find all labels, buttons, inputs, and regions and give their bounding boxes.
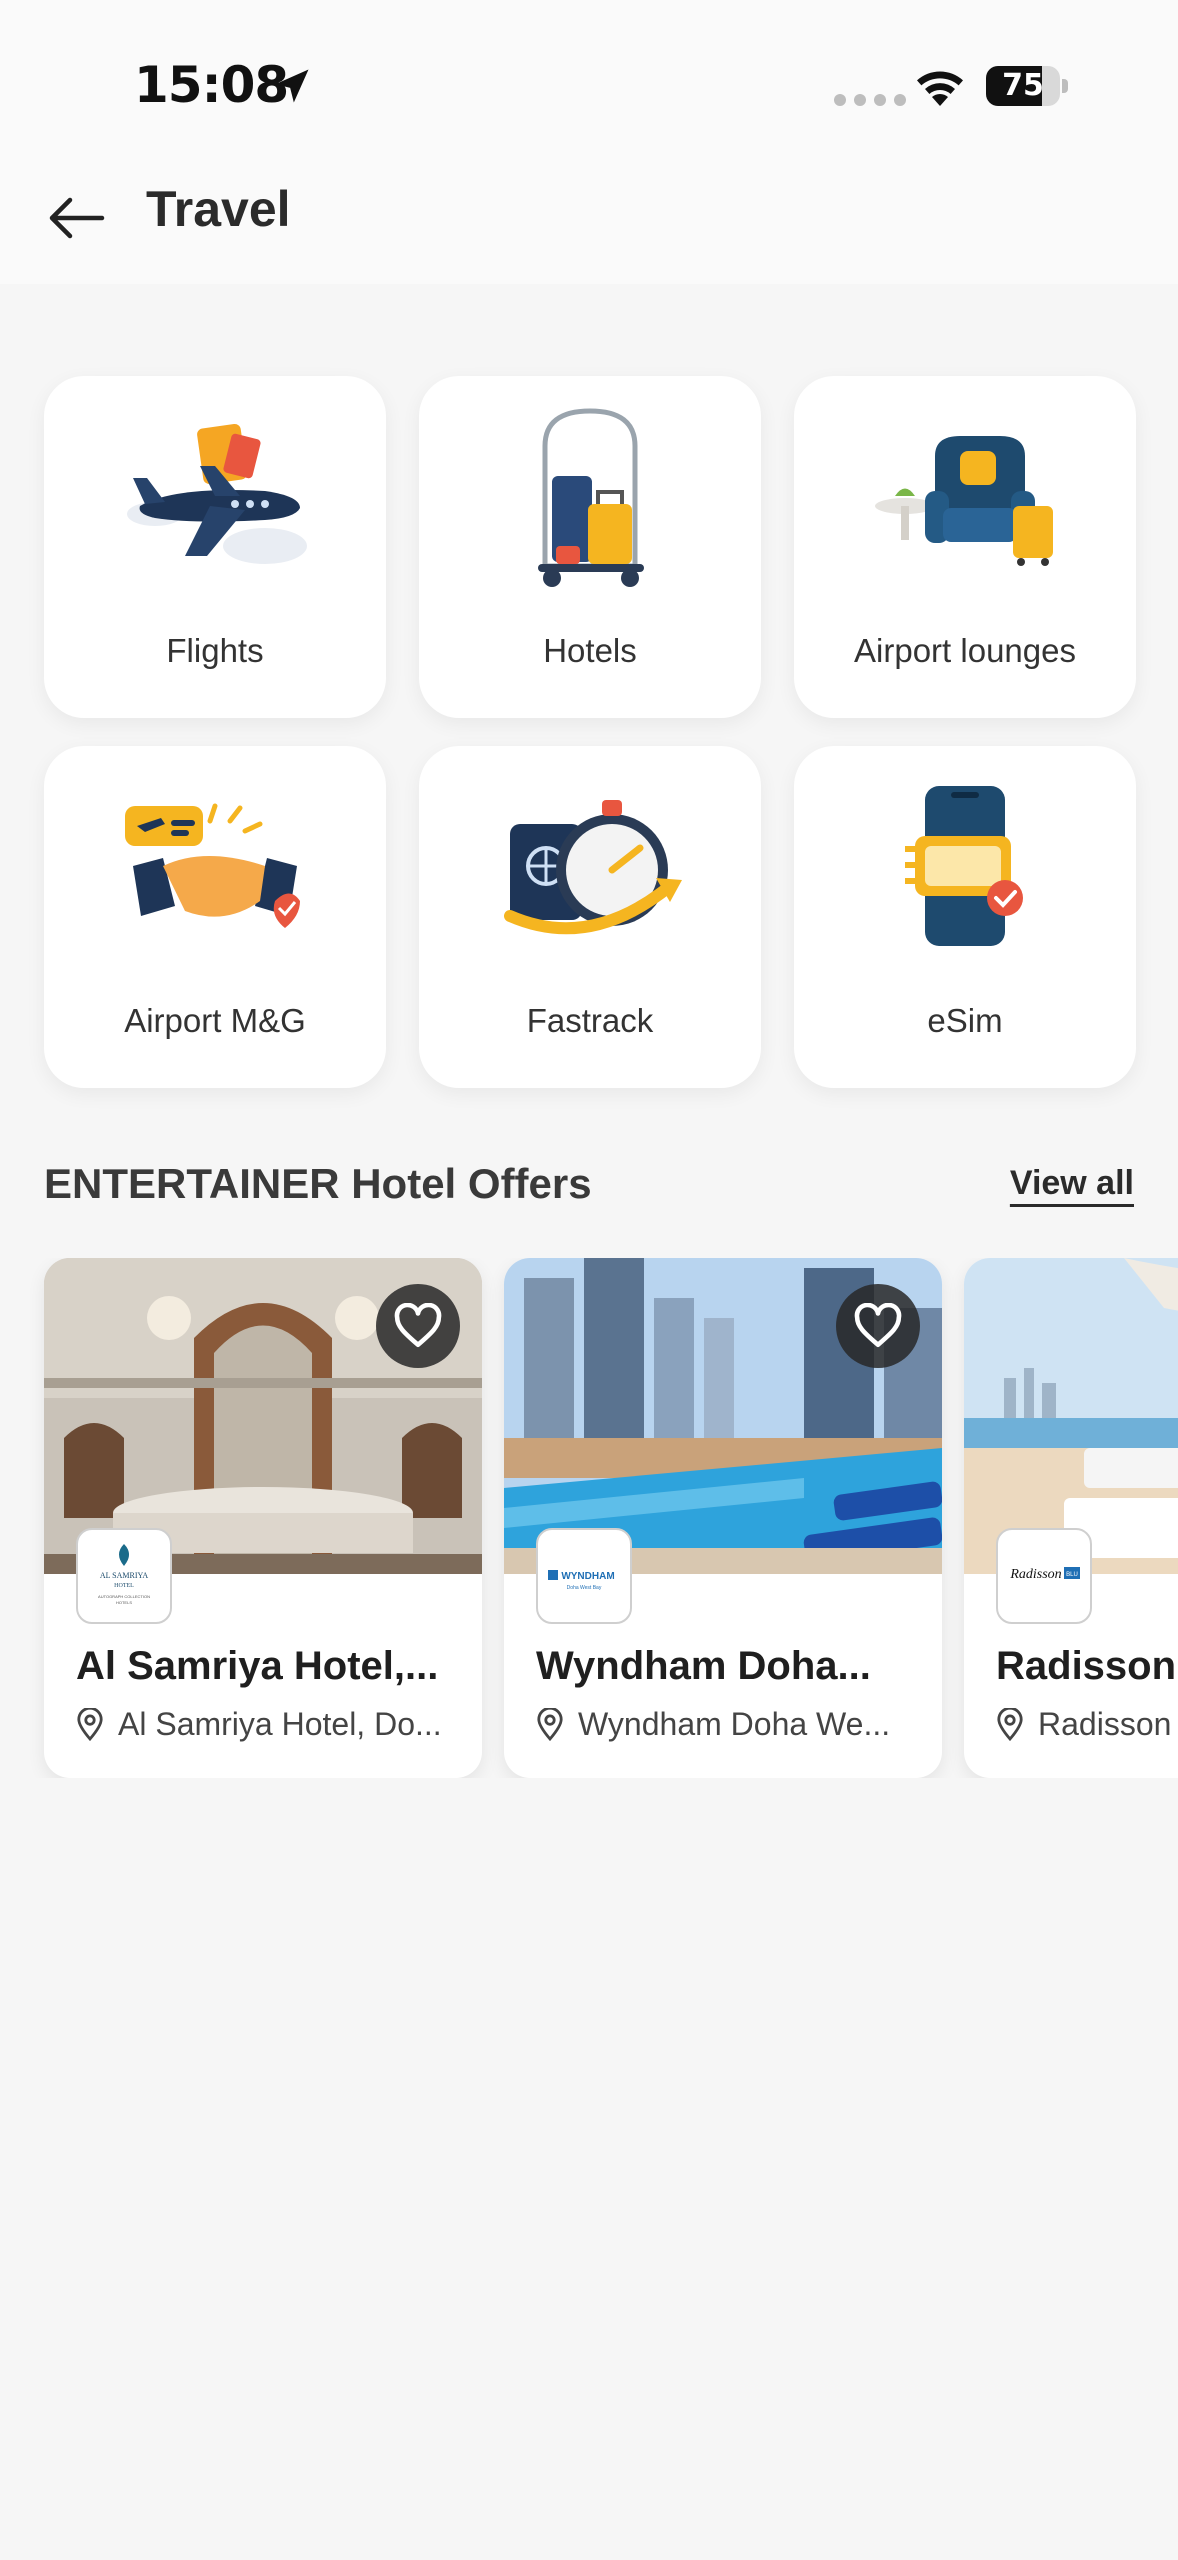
logo-text: AUTOGRAPH COLLECTION <box>98 1594 150 1599</box>
stopwatch-passport-icon <box>504 800 682 935</box>
location-pin-icon <box>537 1707 563 1741</box>
phone-sim-icon <box>905 786 1023 946</box>
hotel-offers-carousel[interactable]: AL SAMRIYA HOTEL AUTOGRAPH COLLECTION HO… <box>0 1258 1178 1778</box>
battery-percent: 75 <box>1002 68 1044 103</box>
hotel-name: Al Samriya Hotel,... <box>76 1644 439 1688</box>
airplane-icon <box>127 423 307 564</box>
hotel-photo <box>964 1258 1178 1574</box>
logo-text: Doha West Bay <box>567 1585 602 1591</box>
hotel-offer-card[interactable]: Radisson BLU Radisson Radisson <box>964 1258 1178 1778</box>
hotel-location: Wyndham Doha We... <box>536 1706 936 1743</box>
favorite-button[interactable] <box>836 1284 920 1368</box>
logo-text: HOTEL <box>114 1583 134 1589</box>
hotel-logo: Radisson BLU <box>996 1528 1092 1624</box>
category-label: Fastrack <box>526 1002 654 1039</box>
handshake-icon <box>125 803 300 928</box>
category-label: Hotels <box>543 632 637 669</box>
location-pin-icon <box>77 1707 103 1741</box>
status-time: 15:08 <box>134 56 289 114</box>
location-arrow-icon <box>275 69 309 103</box>
heart-icon <box>394 1303 442 1348</box>
status-bar: 15:08 75 <box>0 0 1178 160</box>
hotel-location: Radisson <box>996 1706 1178 1743</box>
cellular-signal-icon <box>834 94 906 106</box>
category-label: Airport lounges <box>854 632 1076 669</box>
logo-text: Radisson <box>1009 1567 1061 1582</box>
category-label: Flights <box>166 632 264 669</box>
heart-icon <box>854 1303 902 1348</box>
wifi-icon <box>917 71 963 106</box>
category-fastrack[interactable]: Fastrack <box>419 746 761 1088</box>
page-title: Travel <box>146 181 291 237</box>
category-label: eSim <box>927 1002 1003 1039</box>
category-label: Airport M&G <box>124 1002 306 1039</box>
luggage-cart-icon <box>538 408 644 587</box>
hotel-name: Wyndham Doha... <box>536 1644 871 1688</box>
app-header: Travel <box>0 160 1178 284</box>
hotel-logo: WYNDHAM Doha West Bay <box>536 1528 632 1624</box>
hotel-offer-card[interactable]: AL SAMRIYA HOTEL AUTOGRAPH COLLECTION HO… <box>44 1258 482 1778</box>
hotel-location-text: Wyndham Doha We... <box>578 1706 891 1742</box>
view-all-link[interactable]: View all <box>1010 1164 1134 1203</box>
category-flights[interactable]: Flights <box>44 376 386 718</box>
location-pin-icon <box>997 1707 1023 1741</box>
favorite-button[interactable] <box>376 1284 460 1368</box>
category-hotels[interactable]: Hotels <box>419 376 761 718</box>
hotel-offer-card[interactable]: WYNDHAM Doha West Bay Wyndham Doha... Wy… <box>504 1258 942 1778</box>
logo-text: HOTELS <box>116 1600 132 1605</box>
section-title: ENTERTAINER Hotel Offers <box>44 1160 592 1207</box>
travel-categories-grid: Flights Hotels Airport lounges Airport M… <box>44 376 1136 1088</box>
arrow-left-icon <box>49 197 105 239</box>
hotel-location-text: Radisson <box>1038 1706 1172 1742</box>
hotel-name: Radisson <box>996 1644 1177 1688</box>
armchair-icon <box>875 436 1053 566</box>
category-airport-lounges[interactable]: Airport lounges <box>794 376 1136 718</box>
logo-text: BLU <box>1066 1572 1078 1578</box>
category-airport-mg[interactable]: Airport M&G <box>44 746 386 1088</box>
logo-text: AL SAMRIYA <box>100 1571 149 1580</box>
back-button[interactable] <box>40 182 112 254</box>
logo-text: WYNDHAM <box>561 1571 614 1582</box>
battery-indicator: 75 <box>986 66 1068 106</box>
hotel-location: Al Samriya Hotel, Do... <box>76 1706 476 1743</box>
hotel-logo: AL SAMRIYA HOTEL AUTOGRAPH COLLECTION HO… <box>76 1528 172 1624</box>
category-esim[interactable]: eSim <box>794 746 1136 1088</box>
hotel-location-text: Al Samriya Hotel, Do... <box>118 1706 442 1742</box>
